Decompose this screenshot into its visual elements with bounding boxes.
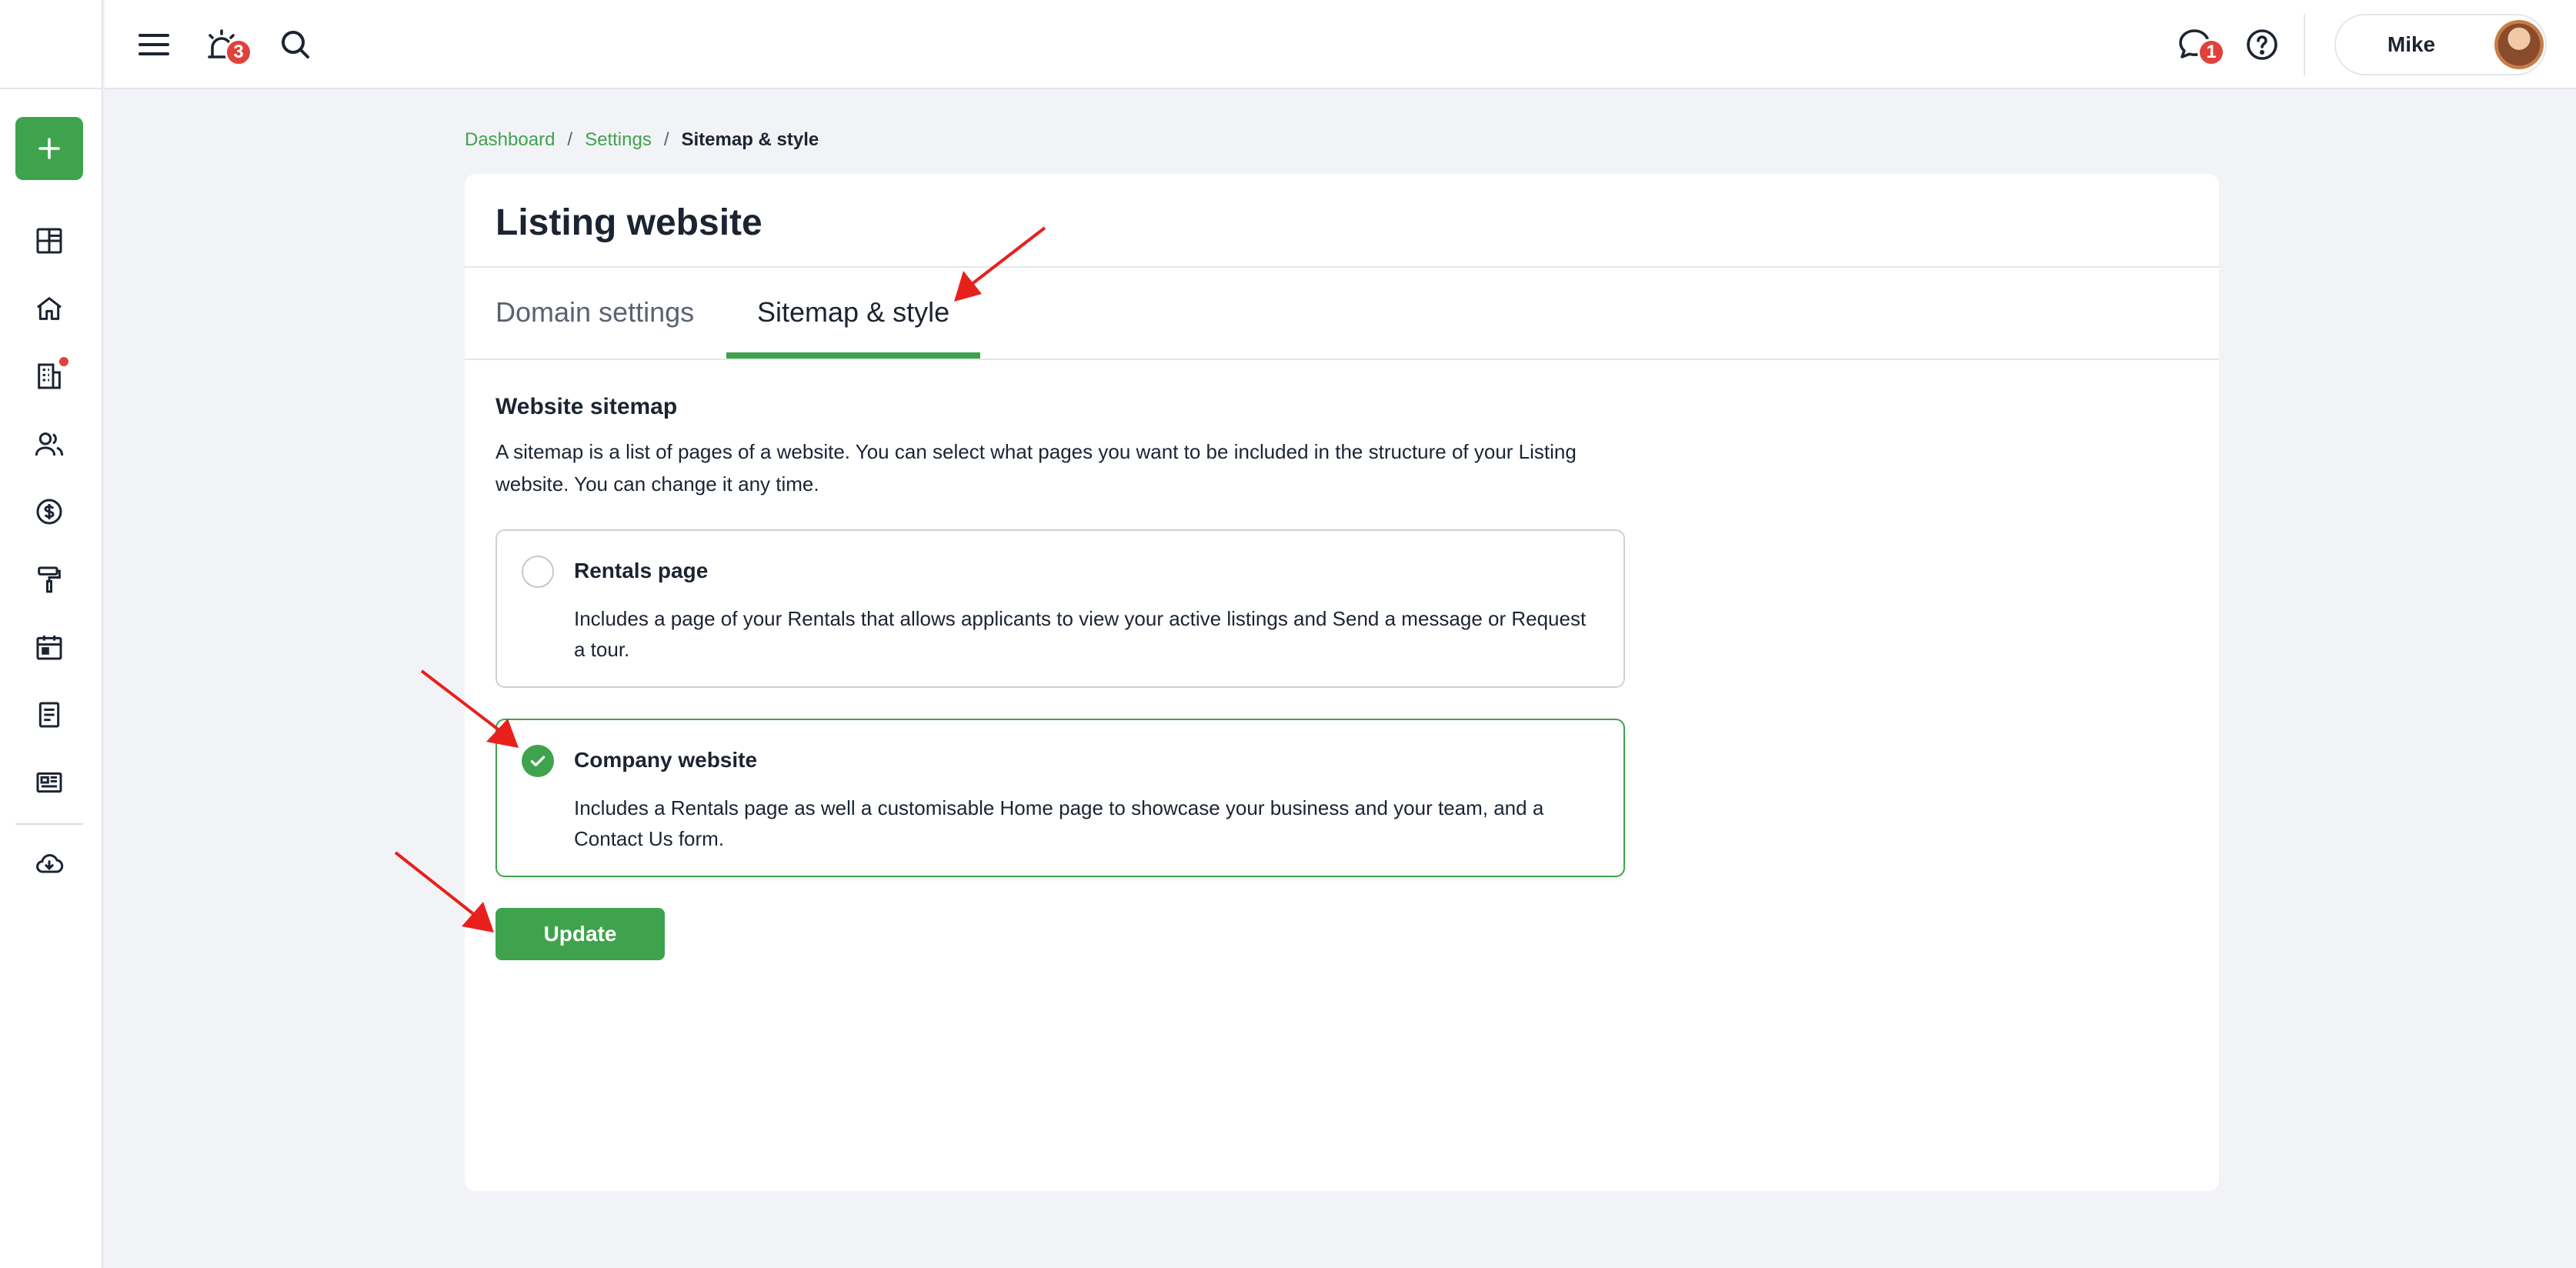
document-icon <box>38 702 60 728</box>
breadcrumb: Dashboard / Settings / Sitemap & style <box>465 128 819 152</box>
notifications-badge: 3 <box>225 38 252 66</box>
calendar-icon <box>36 636 62 660</box>
sidebar-item-leasing[interactable] <box>28 355 70 397</box>
paint-roller-icon <box>38 566 61 593</box>
search-button[interactable] <box>272 22 319 68</box>
help-button[interactable] <box>2239 22 2285 68</box>
sidebar-item-documents[interactable] <box>28 694 70 736</box>
menu-button[interactable] <box>131 22 177 68</box>
top-header: 3 1 Mike <box>105 0 2576 89</box>
option-rentals-page[interactable]: Rentals page Includes a page of your Ren… <box>496 529 1625 688</box>
building-icon <box>38 363 61 389</box>
dollar-icon <box>36 499 62 525</box>
breadcrumb-link-settings[interactable]: Settings <box>585 129 652 151</box>
help-question-icon <box>2247 29 2277 60</box>
section-title: Website sitemap <box>496 394 678 419</box>
people-icon <box>35 432 64 456</box>
messages-badge: 1 <box>2197 38 2225 66</box>
header-divider <box>2304 14 2305 75</box>
sidebar-divider <box>15 823 83 825</box>
active-tab-indicator <box>726 352 980 359</box>
plus-icon <box>38 138 60 159</box>
update-button[interactable]: Update <box>496 908 665 960</box>
newspaper-icon <box>36 772 62 793</box>
sidebar-item-calendar[interactable] <box>28 626 70 668</box>
tab-domain-settings[interactable]: Domain settings <box>496 289 694 335</box>
rentals-page-radio[interactable] <box>522 556 554 588</box>
sidebar-item-properties[interactable] <box>28 288 70 329</box>
messages-button[interactable]: 1 <box>2171 22 2225 68</box>
cloud-download-icon <box>36 854 64 873</box>
breadcrumb-current: Sitemap & style <box>681 129 819 150</box>
hamburger-menu-icon <box>138 34 169 55</box>
sidebar-item-dashboard[interactable] <box>28 220 70 262</box>
section-description: A sitemap is a list of pages of a websit… <box>496 440 1577 496</box>
option-description: Includes a Rentals page as well a custom… <box>574 796 1544 850</box>
page-title: Listing website <box>496 202 762 243</box>
breadcrumb-separator: / <box>663 129 669 150</box>
sidebar-notification-dot <box>59 357 68 366</box>
sidebar-logo-area <box>0 0 102 89</box>
sidebar-item-accounting[interactable] <box>28 491 70 532</box>
sidebar-item-reports[interactable] <box>28 762 70 803</box>
checkmark-icon <box>530 756 546 767</box>
sidebar-item-people[interactable] <box>28 423 70 465</box>
tabs-divider <box>465 359 2219 360</box>
breadcrumb-link-dashboard[interactable]: Dashboard <box>465 129 555 151</box>
search-icon <box>282 31 309 58</box>
user-menu[interactable]: Mike <box>2334 14 2547 75</box>
title-divider <box>465 266 2219 268</box>
sidebar <box>0 0 103 1268</box>
option-description: Includes a page of your Rentals that all… <box>574 607 1587 661</box>
user-name: Mike <box>2387 32 2436 56</box>
listing-website-card: Listing website Domain settings Sitemap … <box>465 174 2219 1191</box>
notifications-button[interactable]: 3 <box>199 22 252 68</box>
option-label: Rentals page <box>574 559 709 582</box>
avatar <box>2494 20 2544 69</box>
sidebar-item-maintenance[interactable] <box>28 559 70 600</box>
dashboard-grid-icon <box>36 228 62 254</box>
option-label: Company website <box>574 748 758 772</box>
sidebar-item-downloads[interactable] <box>28 843 70 885</box>
breadcrumb-separator: / <box>567 129 573 150</box>
option-company-website[interactable]: Company website Includes a Rentals page … <box>496 719 1625 877</box>
home-icon <box>37 297 62 320</box>
add-new-button[interactable] <box>15 117 83 180</box>
company-website-radio[interactable] <box>522 745 554 777</box>
tab-sitemap-style[interactable]: Sitemap & style <box>757 289 949 335</box>
